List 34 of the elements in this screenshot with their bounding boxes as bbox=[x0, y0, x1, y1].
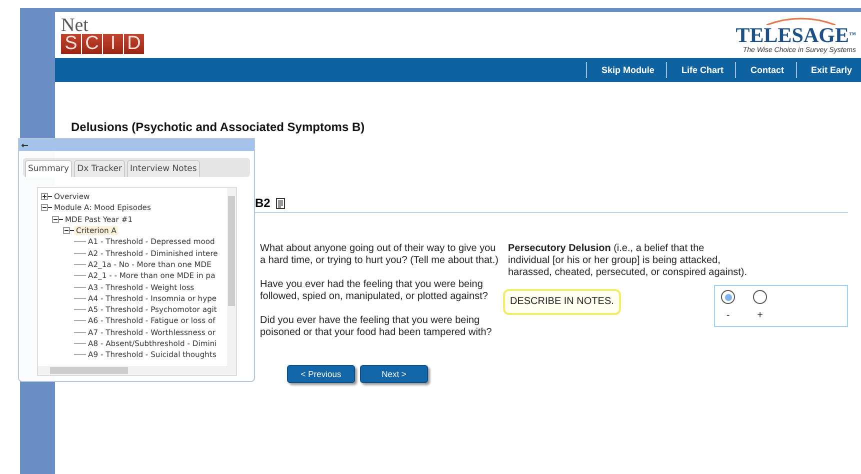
scrollbar[interactable] bbox=[227, 188, 236, 366]
radio-button[interactable] bbox=[753, 290, 767, 304]
panel-tab[interactable]: Dx Tracker bbox=[74, 160, 126, 177]
question-text: Did you ever have the feeling that you were being poisoned or that your food had been tampered with? bbox=[260, 315, 493, 339]
logo-text: Net bbox=[61, 16, 90, 34]
document-icon[interactable] bbox=[276, 198, 286, 208]
item-code: B2 bbox=[255, 196, 270, 210]
radio-label: - bbox=[726, 310, 730, 322]
note-callout: DESCRIBE IN NOTES. bbox=[503, 289, 621, 315]
nav-link[interactable]: Exit Early bbox=[796, 62, 861, 78]
collapse-icon[interactable] bbox=[41, 204, 52, 212]
radio-button[interactable] bbox=[721, 290, 735, 304]
logo-letter: D bbox=[124, 34, 144, 54]
previous-button[interactable]: < Previous bbox=[287, 365, 355, 383]
radio-label: + bbox=[757, 310, 763, 322]
next-button[interactable]: Next > bbox=[360, 365, 428, 383]
nav-link[interactable]: Contact bbox=[735, 62, 796, 78]
nav-link[interactable]: Skip Module bbox=[586, 62, 666, 78]
page-title: Delusions (Psychotic and Associated Symptoms B) bbox=[71, 120, 366, 134]
logo-letter: I bbox=[103, 34, 123, 54]
question-text: Have you ever had the feeling that you were being followed, spied on, manipulated, or plotted against? bbox=[260, 279, 489, 303]
question-text: What about anyone going out of their way to give you a hard time, or trying to hurt you? (Tell me about that.) bbox=[260, 243, 500, 267]
arrow-left-icon[interactable] bbox=[21, 142, 28, 148]
collapse-icon[interactable] bbox=[52, 216, 63, 223]
collapse-icon[interactable] bbox=[63, 227, 74, 234]
scrollbar[interactable] bbox=[38, 366, 236, 375]
criterion-text: Persecutory Delusion (i.e., a belief that the individual [or his or her group] is being attacked, harassed, cheated, persecuted, or conspired against). bbox=[508, 243, 748, 279]
panel-tab[interactable]: Summary bbox=[25, 160, 72, 177]
logo-letter: C bbox=[82, 34, 102, 54]
panel-tab[interactable]: Interview Notes bbox=[127, 160, 200, 177]
logo-letter: S bbox=[61, 34, 81, 54]
nav-link[interactable]: Life Chart bbox=[666, 62, 736, 78]
tree-branch-icon bbox=[74, 340, 86, 347]
expand-icon[interactable] bbox=[41, 193, 52, 200]
